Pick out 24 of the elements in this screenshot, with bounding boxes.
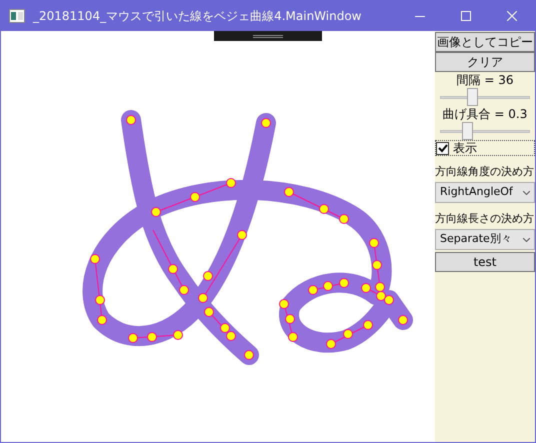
slider-thumb[interactable] bbox=[462, 122, 473, 140]
window-title: _20181104_マウスで引いた線をベジェ曲線4.MainWindow bbox=[33, 8, 362, 25]
chevron-icon bbox=[523, 190, 530, 194]
slider[interactable] bbox=[440, 88, 530, 106]
panel-button[interactable]: クリア bbox=[435, 52, 535, 72]
close-icon bbox=[507, 11, 517, 21]
checkbox-label: 表示 bbox=[453, 140, 477, 157]
checkbox[interactable] bbox=[436, 142, 449, 154]
resize-grip[interactable] bbox=[214, 31, 322, 41]
checkbox-row[interactable]: 表示 bbox=[435, 140, 535, 156]
slider-thumb[interactable] bbox=[466, 88, 478, 106]
slider-label: 間隔 = 36 bbox=[456, 72, 514, 88]
app-icon bbox=[9, 9, 25, 23]
test-button[interactable]: test bbox=[435, 252, 535, 272]
slider[interactable] bbox=[440, 122, 530, 140]
dropdown-label: 方向線長さの決め方 bbox=[435, 211, 535, 227]
panel-button[interactable]: 画像としてコピー bbox=[435, 32, 535, 52]
check-icon bbox=[438, 144, 448, 152]
dropdown-label: 方向線角度の決め方 bbox=[435, 164, 535, 180]
dropdown[interactable]: RightAngleOf bbox=[435, 182, 535, 203]
maximize-icon bbox=[461, 11, 471, 21]
slider-label: 曲げ具合 = 0.3 bbox=[442, 106, 528, 122]
dropdown[interactable]: Separate別々 bbox=[435, 229, 535, 250]
chevron-icon bbox=[523, 238, 530, 242]
